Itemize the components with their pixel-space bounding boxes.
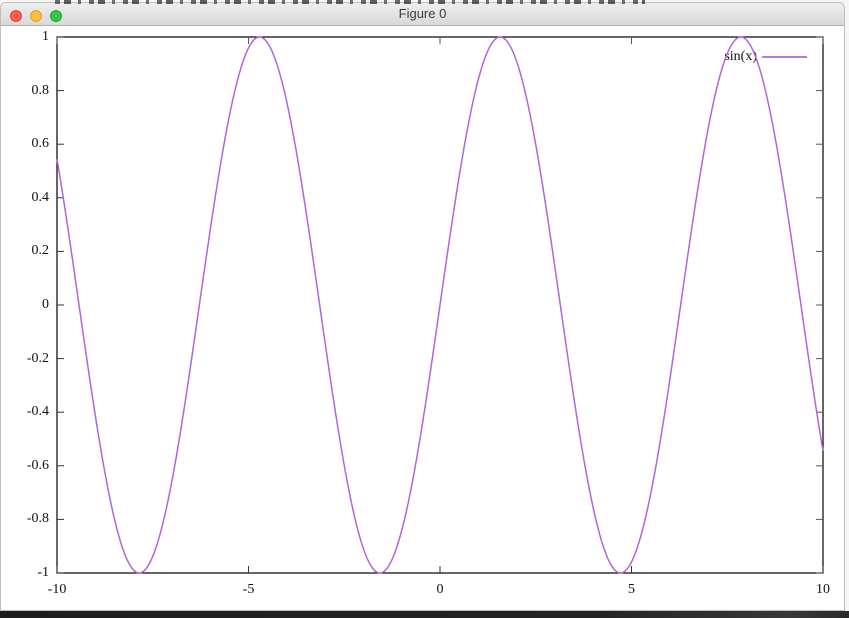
figure-window: Figure 0 (0, 2, 845, 611)
background-window-text-fragments (55, 0, 645, 4)
background-window-bottom-strip (0, 611, 849, 618)
window-title: Figure 0 (1, 3, 844, 25)
window-content (2, 26, 843, 610)
desktop: Figure 0 sin(x) -10-5051010.80.60.40.20-… (0, 0, 849, 618)
window-titlebar[interactable]: Figure 0 (1, 3, 844, 26)
